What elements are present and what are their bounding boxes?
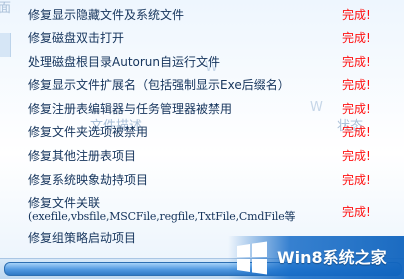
repair-item-label: 修复磁盘双击打开 xyxy=(28,31,125,45)
repair-item-status: 完成! xyxy=(342,205,371,219)
repair-item-multiline: 修复文件关联 (exefile,vbsfile,MSCFile,regfile,… xyxy=(28,196,358,224)
repair-item-status: 完成! xyxy=(342,8,371,22)
repair-item-label: 修复注册表编辑器与任务管理器被禁用 xyxy=(28,102,233,116)
repair-item-label: 修复显示隐藏文件及系统文件 xyxy=(28,8,185,22)
repair-item-status: 完成! xyxy=(342,31,371,45)
windows-logo-icon xyxy=(237,241,267,275)
repair-item-label: 修复文件夹选项被禁用 xyxy=(28,125,149,139)
repair-item-status: 完成! xyxy=(342,149,371,163)
repair-item-status: 完成! xyxy=(342,125,371,139)
left-edge-strip xyxy=(0,33,11,57)
repair-item-label: 修复系统映象劫持项目 xyxy=(28,173,149,187)
repair-item-status: 完成! xyxy=(342,55,371,69)
repair-item-label: 修复其他注册表项目 xyxy=(28,149,137,163)
repair-item-status: 完成! xyxy=(342,102,371,116)
repair-item-label: 修复文件关联 xyxy=(28,196,101,210)
repair-item-status: 完成! xyxy=(342,173,371,187)
repair-item-label: 修复显示文件扩展名（包括强制显示Exe后缀名） xyxy=(28,78,290,92)
repair-item-status: 完成! xyxy=(342,78,371,92)
background-label: 面 xyxy=(0,1,12,16)
watermark-text: Win8系统之家 xyxy=(277,248,387,267)
repair-item-sublabel: (exefile,vbsfile,MSCFile,regfile,TxtFile… xyxy=(28,210,296,223)
repair-item-label: 处理磁盘根目录Autorun自运行文件 xyxy=(28,55,221,69)
